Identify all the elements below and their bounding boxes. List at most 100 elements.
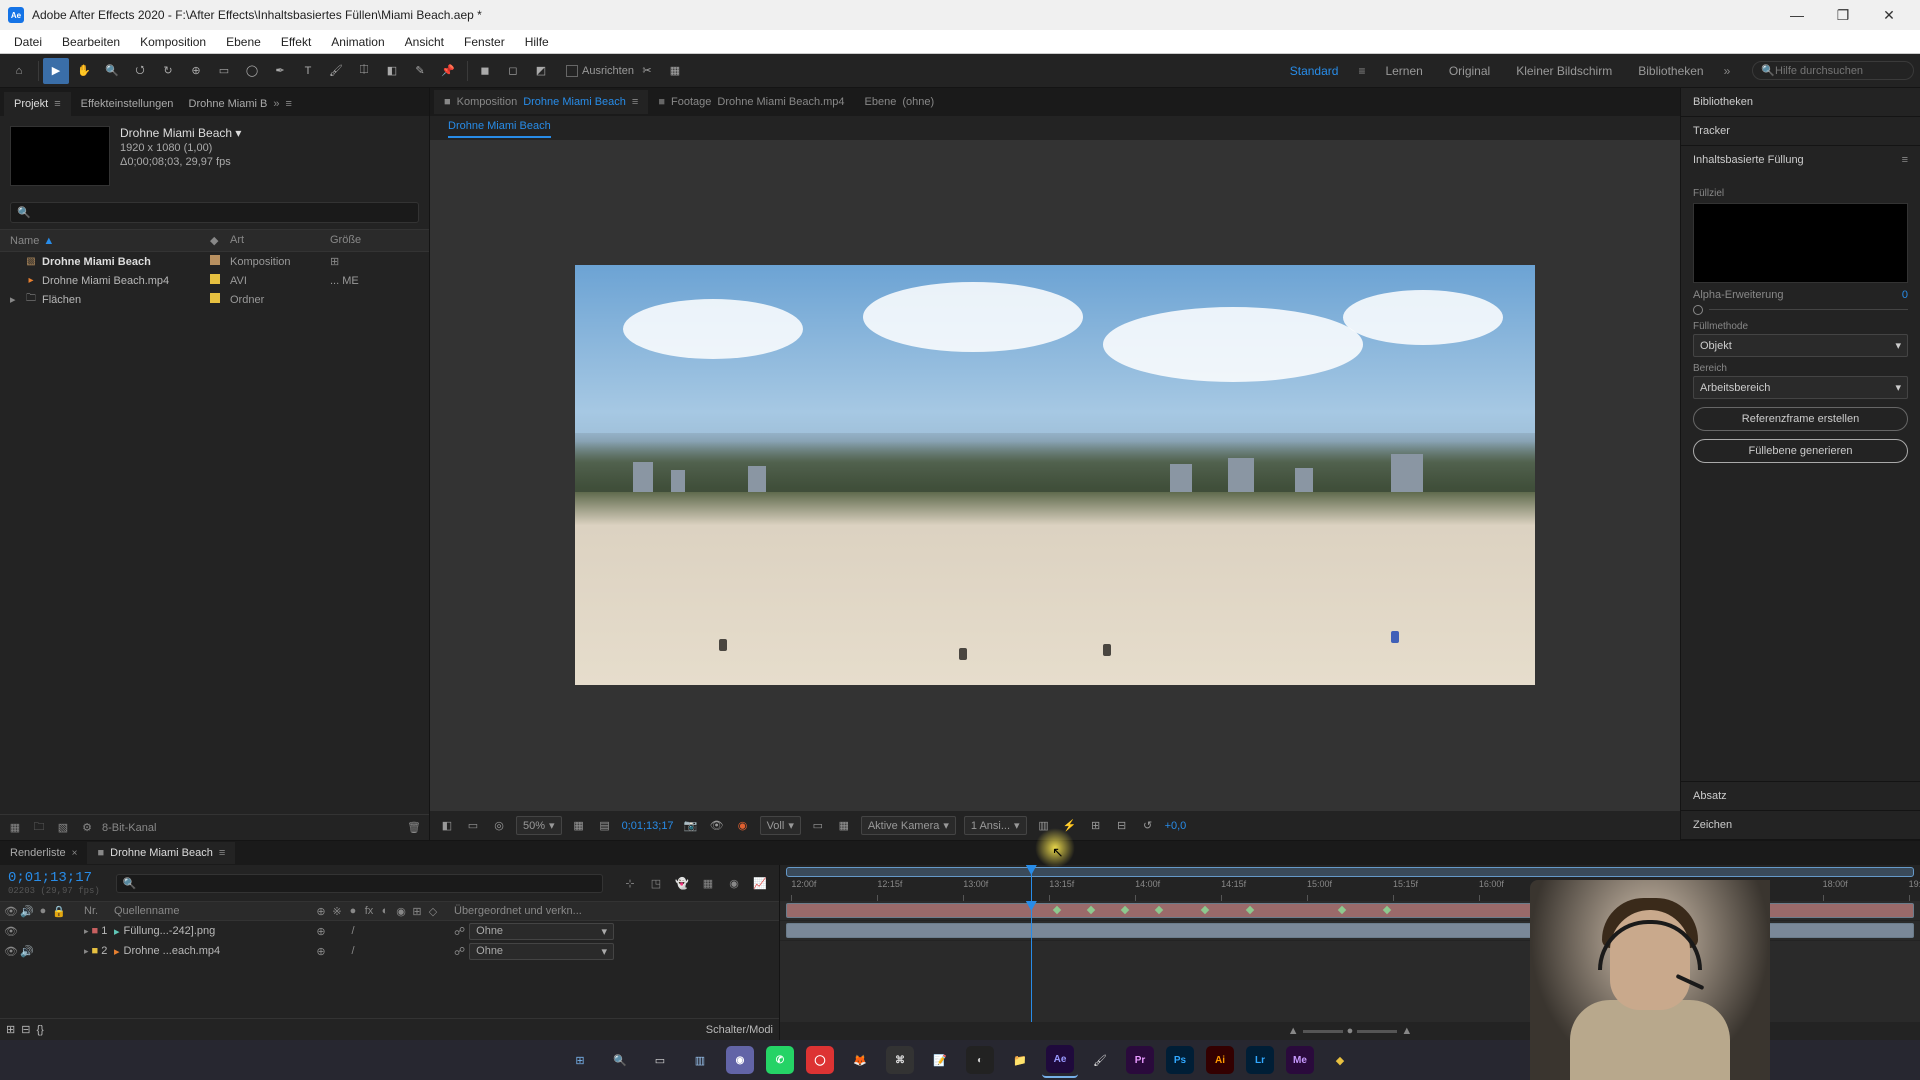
pixel-aspect-icon[interactable]: ▥ [1035, 817, 1053, 835]
workspace-overflow-icon[interactable]: » [1724, 64, 1731, 78]
taskbar-taskview[interactable]: ▭ [642, 1042, 678, 1078]
project-item-folder[interactable]: ▸🗀Flächen Ordner [0, 290, 429, 309]
col-label[interactable]: ◆ [210, 234, 230, 247]
comp-mini-flow-icon[interactable]: ⊹ [619, 872, 641, 894]
viewer-tab-comp[interactable]: ■ Komposition Drohne Miami Beach ≡ [434, 90, 648, 114]
taskbar-obs[interactable]: ◐ [962, 1042, 998, 1078]
workspace-standard[interactable]: Standard [1284, 60, 1345, 82]
help-search-input[interactable] [1775, 65, 1905, 77]
taskbar-paint[interactable]: 🖌 [1082, 1042, 1118, 1078]
menu-effekt[interactable]: Effekt [271, 32, 321, 52]
misc-tool[interactable]: ▦ [662, 58, 688, 84]
menu-komposition[interactable]: Komposition [130, 32, 216, 52]
col-art[interactable]: Art [230, 234, 330, 247]
show-snapshot-icon[interactable]: 👁 [708, 817, 726, 835]
roi-icon[interactable]: ▭ [809, 817, 827, 835]
frame-blend-icon[interactable]: ▦ [697, 872, 719, 894]
taskbar-firefox[interactable]: 🦊 [842, 1042, 878, 1078]
taskbar-start[interactable]: ⊞ [562, 1042, 598, 1078]
toggle-switches-icon[interactable]: ⊞ [6, 1023, 15, 1036]
taskbar-explorer2[interactable]: ▥ [682, 1042, 718, 1078]
layer-row-1[interactable]: 👁 ▸■1 ▸Füllung...-242].png ⊕/ ☍Ohne▾ [0, 921, 779, 941]
exposure-value[interactable]: +0,0 [1165, 820, 1187, 832]
hide-shy-icon[interactable]: 👻 [671, 872, 693, 894]
rgb-icon[interactable]: ◉ [734, 817, 752, 835]
viewer-timecode[interactable]: 0;01;13;17 [622, 820, 674, 832]
snapshot-icon[interactable]: 📷 [682, 817, 700, 835]
mask-icon[interactable]: ◎ [490, 817, 508, 835]
panel-absatz[interactable]: Absatz [1681, 782, 1920, 810]
panel-content-aware-fill[interactable]: Inhaltsbasierte Füllung≡ [1681, 146, 1920, 174]
zoom-tool[interactable]: 🔍 [99, 58, 125, 84]
taskbar-pr[interactable]: Pr [1122, 1042, 1158, 1078]
anchor-tool[interactable]: ⊕ [183, 58, 209, 84]
reset-exp-icon[interactable]: ↺ [1139, 817, 1157, 835]
effect-controls-tab[interactable]: Effekteinstellungen Drohne Miami B »≡ [71, 92, 302, 116]
roto-tool[interactable]: ✎ [407, 58, 433, 84]
col-nr[interactable]: Nr. [84, 905, 114, 917]
col-source-name[interactable]: Quellenname [114, 905, 314, 917]
alpha-expansion-value[interactable]: 0 [1902, 289, 1908, 301]
timeline-icon[interactable]: ⊞ [1087, 817, 1105, 835]
viewer-tab-footage[interactable]: ■ Footage Drohne Miami Beach.mp4 [648, 90, 854, 114]
workspace-menu-icon[interactable]: ≡ [1358, 64, 1365, 78]
col-lock-icon[interactable]: 🔒 [52, 905, 66, 918]
menu-fenster[interactable]: Fenster [454, 32, 515, 52]
resolution-select[interactable]: Voll ▾ [760, 816, 801, 835]
puppet-tool[interactable]: 📌 [435, 58, 461, 84]
menu-bearbeiten[interactable]: Bearbeiten [52, 32, 130, 52]
taskbar-teams[interactable]: ◉ [722, 1042, 758, 1078]
eraser-tool[interactable]: ◧ [379, 58, 405, 84]
taskbar-notes[interactable]: 📝 [922, 1042, 958, 1078]
preview-canvas[interactable] [575, 265, 1535, 685]
alpha-icon[interactable]: ◧ [438, 817, 456, 835]
safe-zone-icon[interactable]: ▦ [570, 817, 588, 835]
generate-fill-layer-button[interactable]: Füllebene generieren [1693, 439, 1908, 463]
project-tab[interactable]: Projekt≡ [4, 92, 71, 116]
ellipse-tool[interactable]: ◯ [239, 58, 265, 84]
workspace-lernen[interactable]: Lernen [1379, 60, 1428, 82]
taskbar-whatsapp[interactable]: ✆ [762, 1042, 798, 1078]
views-select[interactable]: 1 Ansi... ▾ [964, 816, 1027, 835]
menu-ansicht[interactable]: Ansicht [395, 32, 454, 52]
brush-tool[interactable]: 🖌 [323, 58, 349, 84]
pen-tool[interactable]: ✒ [267, 58, 293, 84]
new-comp-icon[interactable]: ▧ [54, 819, 72, 837]
hand-tool[interactable]: ✋ [71, 58, 97, 84]
fill-swatch[interactable]: ◼ [472, 58, 498, 84]
home-tool[interactable]: ⌂ [6, 58, 32, 84]
taskbar-me[interactable]: Me [1282, 1042, 1318, 1078]
new-folder-icon[interactable]: 🗀 [30, 819, 48, 837]
panel-tracker[interactable]: Tracker [1681, 117, 1920, 145]
rotate-tool[interactable]: ↻ [155, 58, 181, 84]
timeline-search[interactable]: 🔍 [116, 874, 603, 893]
menu-datei[interactable]: Datei [4, 32, 52, 52]
snap-tool[interactable]: ✂ [634, 58, 660, 84]
timeline-comp-tab[interactable]: ■ Drohne Miami Beach ≡ [87, 842, 235, 864]
menu-animation[interactable]: Animation [321, 32, 394, 52]
taskbar-app-red[interactable]: ◯ [802, 1042, 838, 1078]
taskbar-explorer[interactable]: 📁 [1002, 1042, 1038, 1078]
render-queue-tab[interactable]: Renderliste × [0, 842, 87, 864]
rect-tool[interactable]: ▭ [211, 58, 237, 84]
taskbar-ai[interactable]: Ai [1202, 1042, 1238, 1078]
draft-3d-icon[interactable]: ◳ [645, 872, 667, 894]
panel-bibliotheken[interactable]: Bibliotheken [1681, 88, 1920, 116]
settings-icon[interactable]: ⚙ [78, 819, 96, 837]
project-item-footage[interactable]: ▸Drohne Miami Beach.mp4 AVI ... ME [0, 271, 429, 290]
project-comp-name[interactable]: Drohne Miami Beach ▾ [120, 126, 241, 140]
layer-row-2[interactable]: 👁🔊 ▸■2 ▸Drohne ...each.mp4 ⊕/ ☍Ohne▾ [0, 941, 779, 961]
grid-icon[interactable]: ▤ [596, 817, 614, 835]
viewer-breadcrumb[interactable]: Drohne Miami Beach [430, 116, 1680, 140]
minimize-button[interactable]: — [1774, 0, 1820, 30]
channel-icon[interactable]: ▭ [464, 817, 482, 835]
type-tool[interactable]: T [295, 58, 321, 84]
transparency-icon[interactable]: ▦ [835, 817, 853, 835]
taskbar-search[interactable]: 🔍 [602, 1042, 638, 1078]
switches-modes-label[interactable]: Schalter/Modi [706, 1024, 773, 1036]
alpha-expansion-slider[interactable] [1693, 305, 1908, 315]
col-solo-icon[interactable]: ● [36, 905, 50, 918]
maximize-button[interactable]: ❐ [1820, 0, 1866, 30]
project-item-comp[interactable]: ▧Drohne Miami Beach Komposition ⊞ [0, 252, 429, 271]
camera-select[interactable]: Aktive Kamera ▾ [861, 816, 956, 835]
